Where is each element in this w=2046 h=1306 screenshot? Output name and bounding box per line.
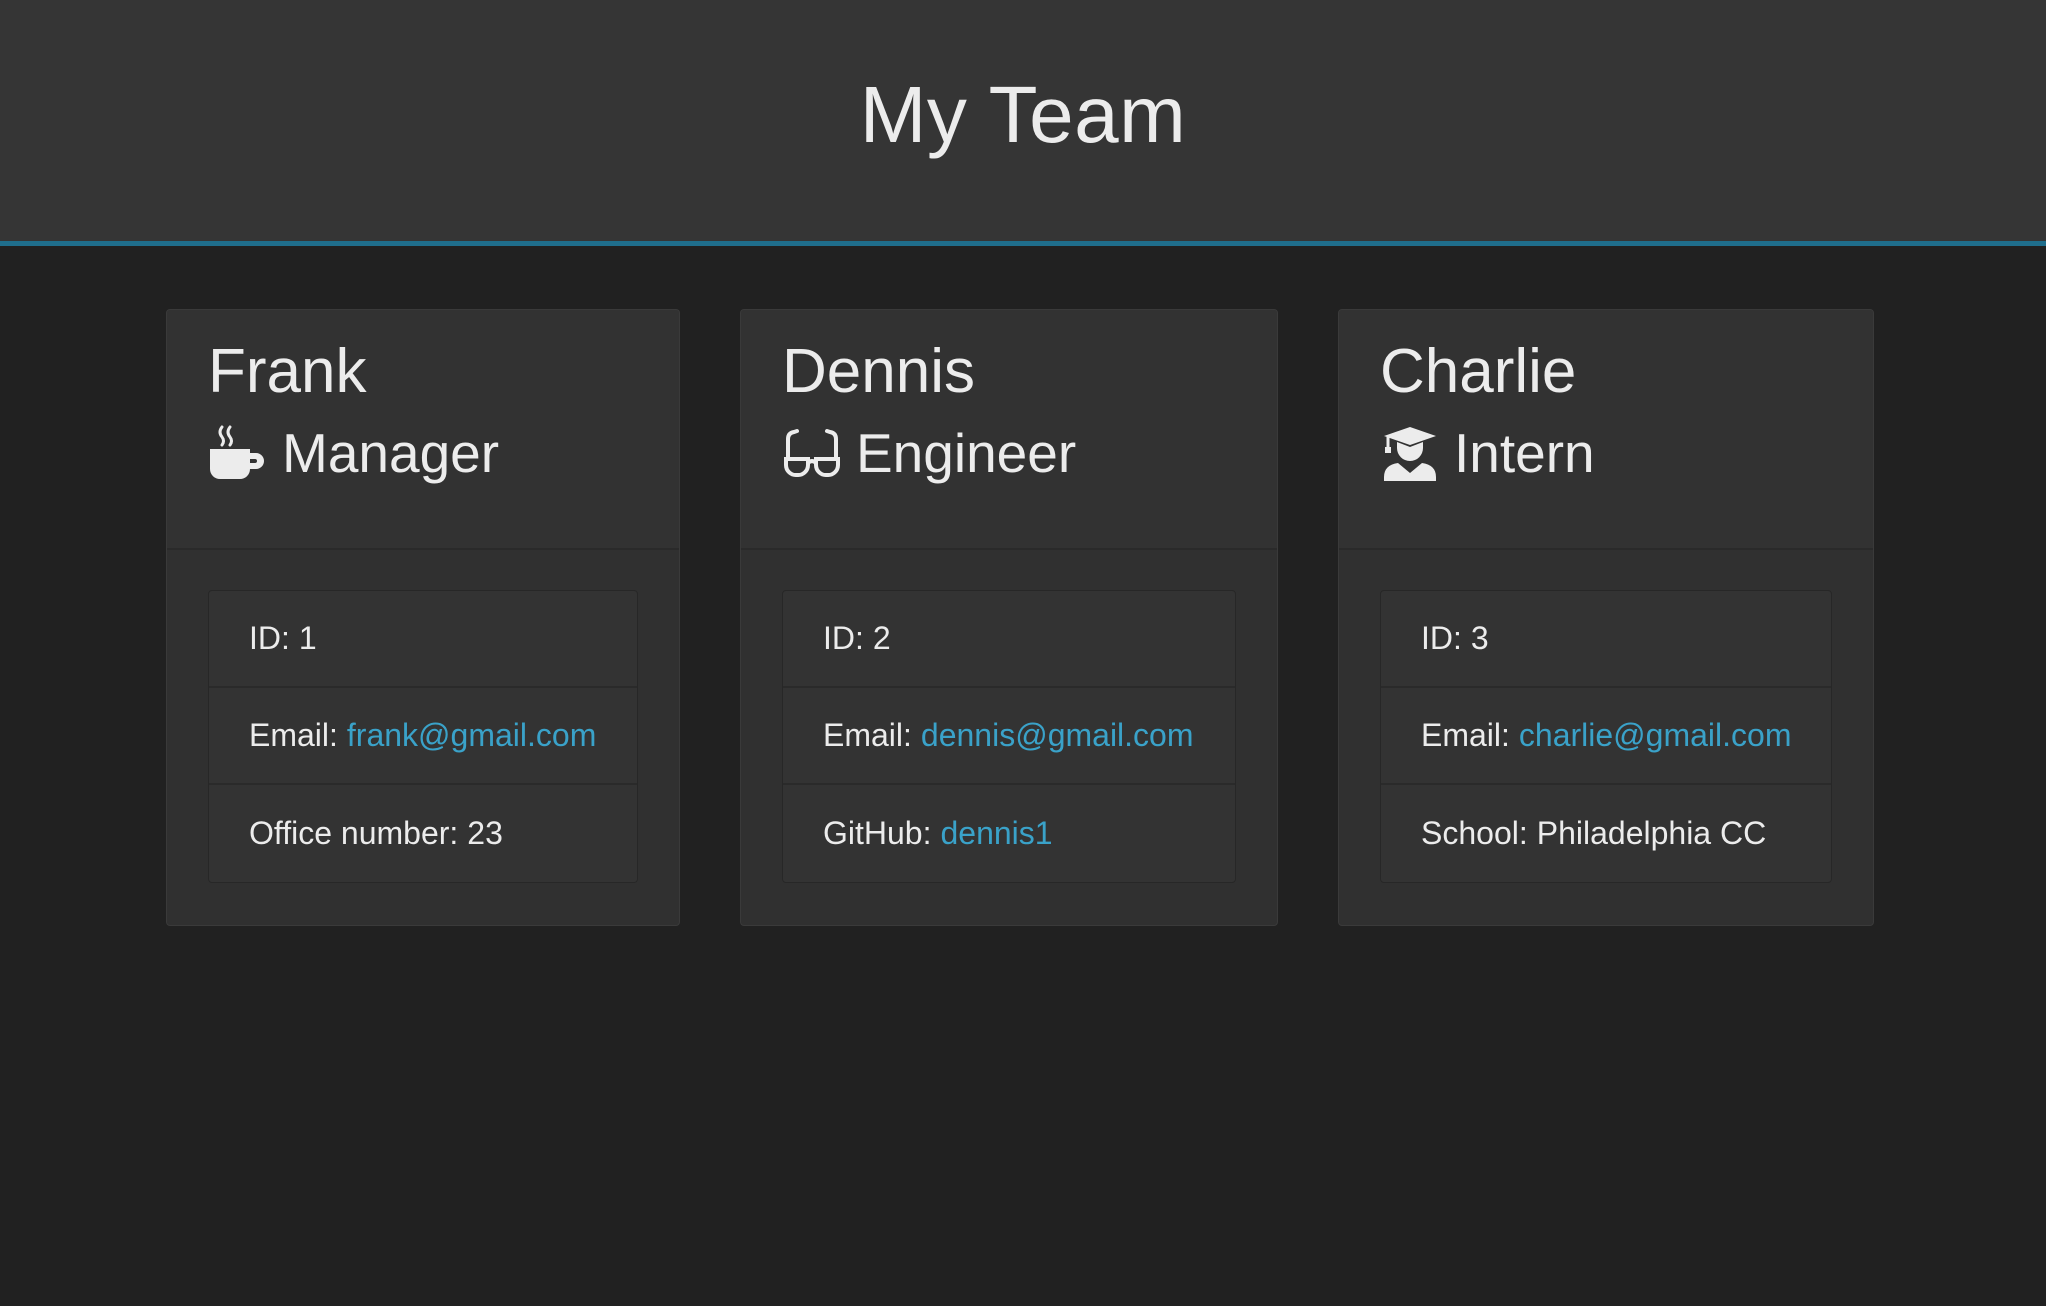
email-row: Email: dennis@gmail.com	[783, 688, 1235, 785]
card-body: ID: 2 Email: dennis@gmail.com GitHub: de…	[741, 550, 1277, 883]
id-value: 3	[1470, 620, 1489, 656]
employee-card-engineer: Dennis Engineer ID: 2 Email: dennis@gmai…	[740, 309, 1278, 926]
card-body: ID: 3 Email: charlie@gmail.com School: P…	[1339, 550, 1873, 883]
email-label: Email:	[1421, 717, 1510, 753]
role-label: Manager	[282, 422, 500, 485]
page-title: My Team	[859, 69, 1187, 159]
card-header: Dennis Engineer	[741, 310, 1277, 550]
email-link[interactable]: charlie@gmail.com	[1519, 717, 1792, 754]
employee-card-intern: Charlie Intern ID: 3 Email: charlie@gmai…	[1338, 309, 1874, 926]
coffee-mug-icon	[208, 423, 268, 483]
info-list: ID: 1 Email: frank@gmail.com Office numb…	[208, 590, 638, 883]
email-label: Email:	[823, 717, 912, 753]
school-value: Philadelphia CC	[1536, 815, 1767, 851]
card-body: ID: 1 Email: frank@gmail.com Office numb…	[167, 550, 679, 883]
github-link[interactable]: dennis1	[940, 815, 1052, 852]
email-row: Email: frank@gmail.com	[209, 688, 637, 785]
graduate-icon	[1380, 423, 1440, 483]
info-list: ID: 3 Email: charlie@gmail.com School: P…	[1380, 590, 1832, 883]
role-label: Intern	[1454, 422, 1595, 485]
id-label: ID:	[823, 620, 864, 656]
github-row: GitHub: dennis1	[783, 785, 1235, 882]
id-value: 1	[298, 620, 317, 656]
employee-role: Engineer	[782, 421, 1277, 485]
role-label: Engineer	[856, 422, 1077, 485]
glasses-icon	[782, 423, 842, 483]
employee-role: Intern	[1380, 421, 1873, 485]
school-label: School:	[1421, 815, 1528, 851]
employee-name: Dennis	[782, 337, 975, 406]
office-number-value: 23	[467, 815, 503, 851]
school-row: School: Philadelphia CC	[1381, 785, 1831, 882]
id-label: ID:	[1421, 620, 1462, 656]
card-header: Frank Manager	[167, 310, 679, 550]
employee-role: Manager	[208, 421, 679, 485]
office-number-label: Office number:	[249, 815, 459, 851]
email-row: Email: charlie@gmail.com	[1381, 688, 1831, 785]
id-row: ID: 1	[209, 591, 637, 688]
github-label: GitHub:	[823, 815, 932, 851]
id-row: ID: 3	[1381, 591, 1831, 688]
employee-name: Frank	[208, 337, 367, 406]
id-label: ID:	[249, 620, 290, 656]
employee-card-manager: Frank Manager ID: 1 Email: frank@gmail.c…	[166, 309, 680, 926]
id-row: ID: 2	[783, 591, 1235, 688]
card-header: Charlie Intern	[1339, 310, 1873, 550]
info-list: ID: 2 Email: dennis@gmail.com GitHub: de…	[782, 590, 1236, 883]
email-label: Email:	[249, 717, 338, 753]
page-header: My Team	[0, 0, 2046, 246]
employee-name: Charlie	[1380, 337, 1577, 406]
id-value: 2	[872, 620, 891, 656]
email-link[interactable]: frank@gmail.com	[347, 717, 596, 754]
office-number-row: Office number: 23	[209, 785, 637, 882]
email-link[interactable]: dennis@gmail.com	[921, 717, 1194, 754]
